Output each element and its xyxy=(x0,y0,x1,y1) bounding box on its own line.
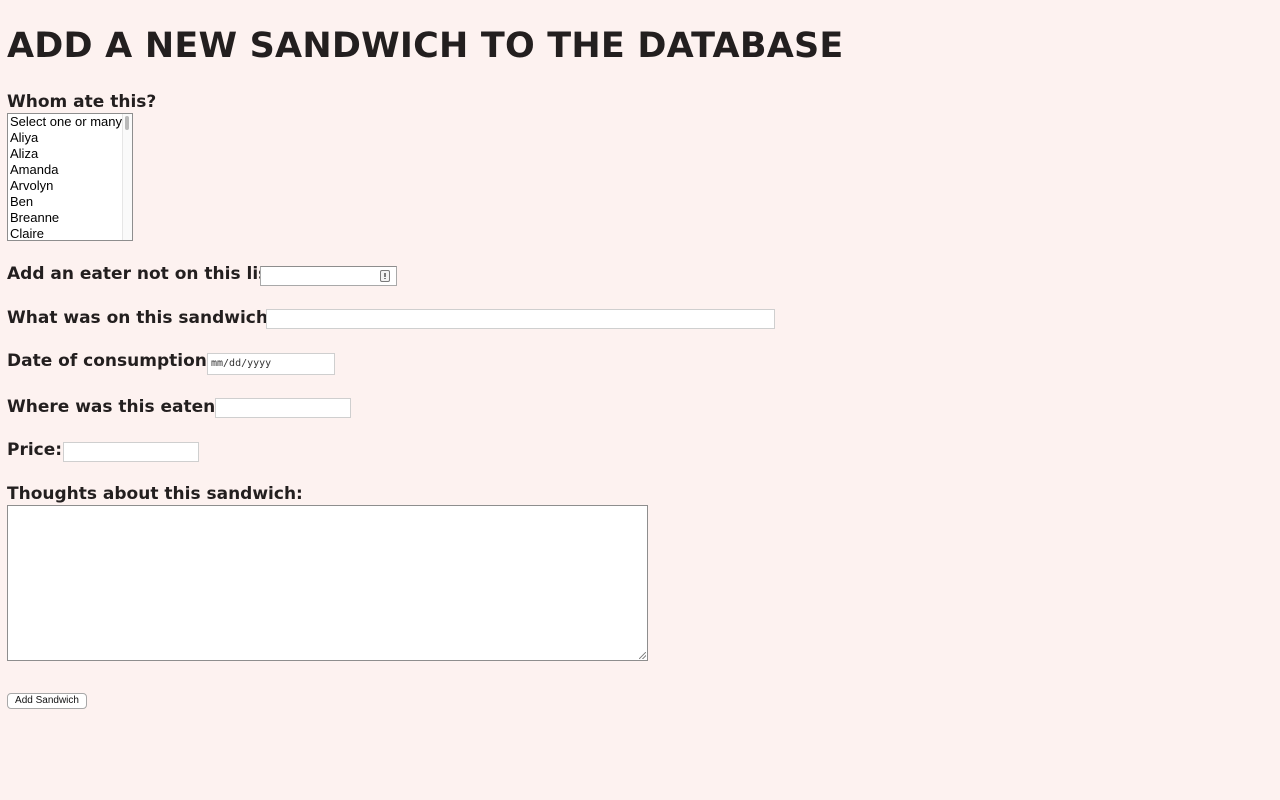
eaters-scrollbar-thumb[interactable] xyxy=(125,116,129,130)
location-label: Where was this eaten? xyxy=(7,397,226,417)
price-input[interactable] xyxy=(63,442,199,462)
eaters-option[interactable]: Amanda xyxy=(8,162,132,178)
eaters-option-placeholder[interactable]: Select one or many xyxy=(8,114,132,130)
thoughts-label: Thoughts about this sandwich: xyxy=(7,484,303,504)
new-eater-input[interactable] xyxy=(260,266,397,286)
contact-card-icon[interactable] xyxy=(380,270,390,282)
eaters-label: Whom ate this? xyxy=(7,92,157,112)
eaters-option[interactable]: Arvolyn xyxy=(8,178,132,194)
add-sandwich-button[interactable]: Add Sandwich xyxy=(7,693,87,709)
eaters-option[interactable]: Ben xyxy=(8,194,132,210)
new-eater-label: Add an eater not on this list xyxy=(7,264,277,284)
location-input[interactable] xyxy=(215,398,351,418)
eaters-option[interactable]: Aliza xyxy=(8,146,132,162)
date-label: Date of consumption: xyxy=(7,351,214,371)
eaters-option-list: Select one or many Aliya Aliza Amanda Arvoly… xyxy=(8,114,132,240)
eaters-option[interactable]: Breanne xyxy=(8,210,132,226)
thoughts-textarea[interactable] xyxy=(7,505,648,661)
eaters-option[interactable]: Claire xyxy=(8,226,132,240)
date-input[interactable]: mm/dd/yyyy xyxy=(207,353,335,375)
page-title: ADD A NEW SANDWICH TO THE DATABASE xyxy=(7,26,844,66)
eaters-multiselect[interactable]: Select one or many Aliya Aliza Amanda Arvoly… xyxy=(7,113,133,241)
contents-label: What was on this sandwich? xyxy=(7,308,278,328)
eaters-option[interactable]: Aliya xyxy=(8,130,132,146)
resize-grip-icon[interactable] xyxy=(639,652,646,659)
contents-input[interactable] xyxy=(266,309,775,329)
eaters-scrollbar[interactable] xyxy=(122,114,132,240)
price-label: Price: xyxy=(7,440,63,460)
